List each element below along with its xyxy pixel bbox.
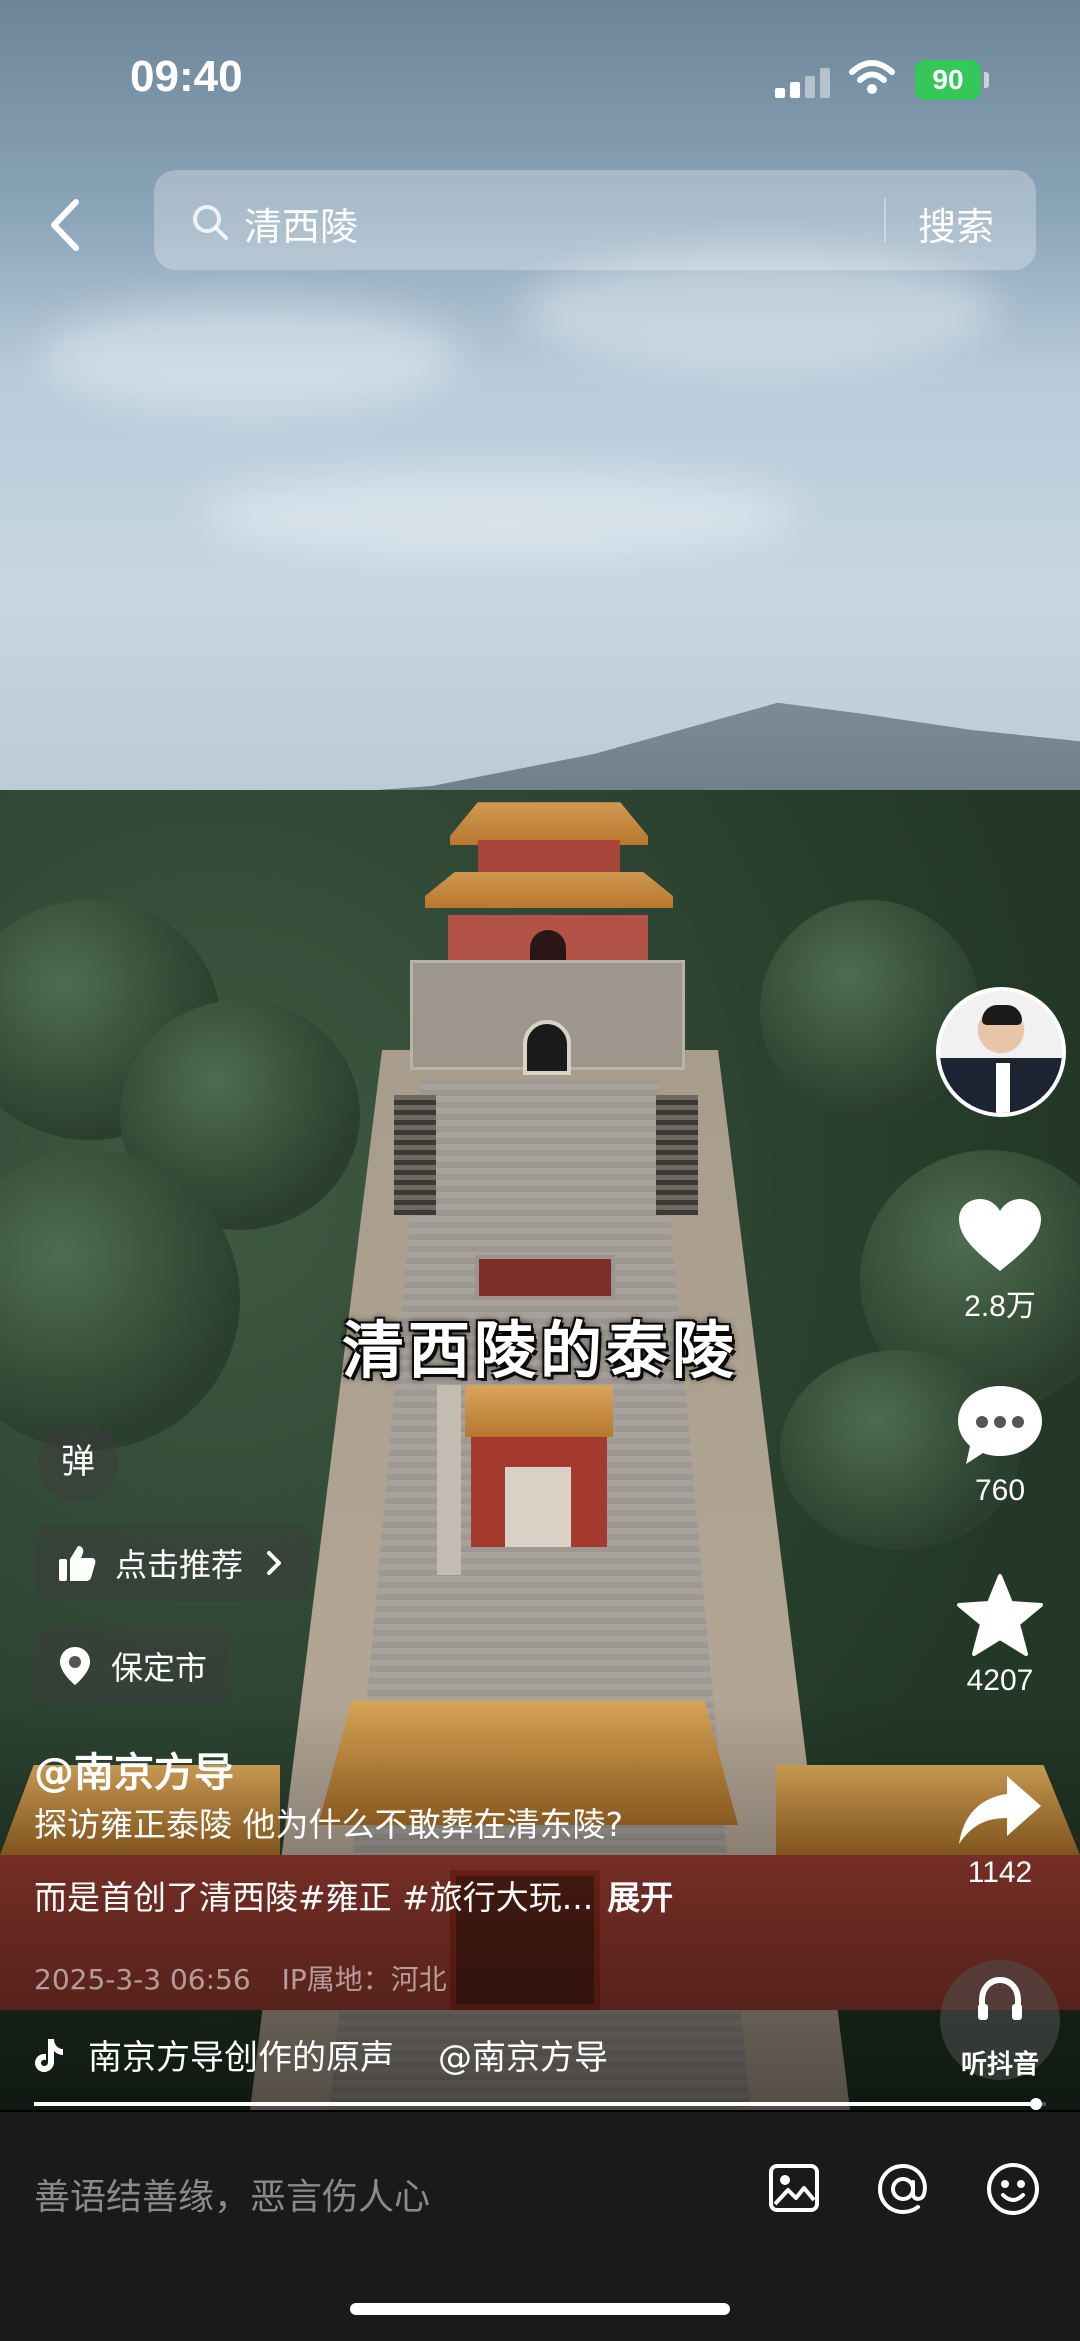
location-pin-icon xyxy=(60,1647,90,1685)
signal-icon xyxy=(775,68,831,98)
like-button[interactable]: 2.8万 xyxy=(940,1195,1060,1325)
at-icon[interactable] xyxy=(874,2160,932,2218)
avatar-shirt xyxy=(996,1063,1010,1113)
post-date: 2025-3-3 06:56 xyxy=(34,1963,251,1996)
music-title: 南京方导创作的原声 xyxy=(88,2038,394,2078)
avatar-hair xyxy=(982,1005,1022,1025)
comment-count: 760 xyxy=(974,1474,1026,1507)
tiktok-note-icon xyxy=(35,2038,63,2072)
music-author: @南京方导 xyxy=(438,2038,608,2078)
tower-lower-roof xyxy=(425,872,673,908)
favorite-count: 4207 xyxy=(966,1664,1034,1697)
search-icon xyxy=(193,205,228,240)
progress-handle[interactable] xyxy=(1029,2098,1042,2110)
like-count: 2.8万 xyxy=(964,1290,1036,1323)
recommend-label: 点击推荐 xyxy=(115,1546,244,1584)
expand-button[interactable]: 展开 xyxy=(607,1878,673,1917)
tower-upper-roof xyxy=(450,802,648,845)
chevron-left-icon[interactable] xyxy=(38,190,94,260)
gate-doorway xyxy=(505,1467,571,1547)
status-time: 09:40 xyxy=(130,52,243,101)
tower-upper-wall xyxy=(478,840,620,872)
author-name[interactable]: @南京方导 xyxy=(34,1740,234,1798)
search-button[interactable]: 搜索 xyxy=(918,196,994,251)
description-line2: 而是首创了清西陵#雍正 #旅行大玩... 展开 xyxy=(34,1873,894,1923)
location-tag[interactable]: 保定市 xyxy=(35,1628,230,1704)
home-indicator xyxy=(350,2303,730,2315)
heart-icon xyxy=(959,1199,1041,1271)
image-icon[interactable] xyxy=(766,2160,822,2216)
search-divider xyxy=(884,198,886,242)
thumbs-up-icon xyxy=(59,1546,96,1581)
cloud xyxy=(40,300,460,410)
tower-arch xyxy=(523,1020,571,1075)
share-count: 1142 xyxy=(967,1856,1033,1889)
description-line1: 探访雍正泰陵 他为什么不敢葬在清东陵? xyxy=(34,1805,624,1844)
search-query[interactable]: 清西陵 xyxy=(244,196,358,251)
author-avatar[interactable] xyxy=(936,987,1066,1117)
star-icon xyxy=(957,1574,1043,1656)
ip-location: IP属地：河北 xyxy=(281,1963,447,1996)
emoji-icon[interactable] xyxy=(984,2160,1042,2218)
headphones-icon xyxy=(978,1976,1022,2020)
chevron-right-icon xyxy=(267,1551,282,1575)
share-arrow-icon xyxy=(959,1776,1041,1844)
wifi-icon xyxy=(849,60,895,94)
favorite-button[interactable]: 4207 xyxy=(940,1572,1060,1698)
stairway-left xyxy=(394,1095,436,1215)
music-bar[interactable]: 南京方导创作的原声 @南京方导 xyxy=(34,2030,608,2079)
battery-tip xyxy=(984,72,989,88)
location-label: 保定市 xyxy=(111,1649,208,1687)
post-meta: 2025-3-3 06:56 IP属地：河北 xyxy=(34,1958,469,1998)
stone-altar xyxy=(475,1255,615,1300)
video-progress-bar[interactable] xyxy=(34,2098,1046,2110)
video-caption: 清西陵的泰陵 xyxy=(341,1314,738,1387)
comment-input[interactable]: 善语结善缘，恶言伤人心 xyxy=(34,2168,430,2220)
comment-button[interactable]: 760 xyxy=(940,1382,1060,1508)
cloud xyxy=(200,470,800,560)
gate-roof xyxy=(465,1385,613,1437)
listen-label[interactable]: 听抖音 xyxy=(930,2044,1070,2081)
stairway-right xyxy=(656,1095,698,1215)
danmu-toggle[interactable]: 弹 xyxy=(38,1422,118,1502)
gate-pillar xyxy=(437,1385,461,1575)
gate-building xyxy=(465,1385,613,1560)
recommend-button[interactable]: 点击推荐 xyxy=(35,1525,312,1601)
share-button[interactable]: 1142 xyxy=(940,1770,1060,1890)
progress-fill xyxy=(34,2102,1036,2106)
speech-bubble-icon xyxy=(958,1386,1042,1464)
battery-indicator: 90 xyxy=(915,60,981,100)
description-line2-text: 而是首创了清西陵#雍正 #旅行大玩... xyxy=(34,1878,594,1917)
